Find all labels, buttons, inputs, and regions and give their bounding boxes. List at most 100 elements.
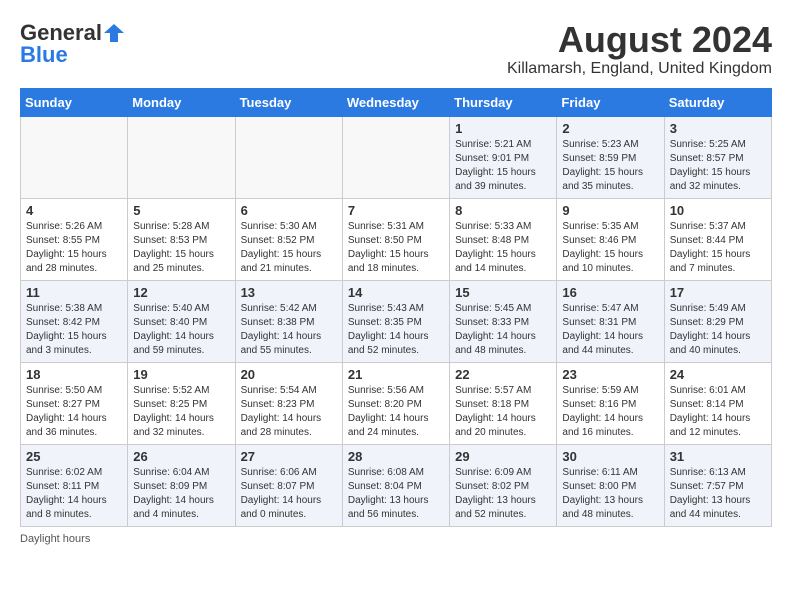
day-info: Sunrise: 6:08 AMSunset: 8:04 PMDaylight:… [348, 466, 444, 522]
calendar-cell: 12 Sunrise: 5:40 AMSunset: 8:40 PMDayligh… [128, 280, 235, 362]
day-number: 20 [241, 367, 337, 382]
day-info: Sunrise: 5:47 AMSunset: 8:31 PMDaylight:… [562, 302, 658, 358]
subtitle: Killamarsh, England, United Kingdom [507, 60, 772, 78]
calendar-cell: 18 Sunrise: 5:50 AMSunset: 8:27 PMDayligh… [21, 362, 128, 444]
day-info: Sunrise: 5:59 AMSunset: 8:16 PMDaylight:… [562, 384, 658, 440]
day-number: 6 [241, 203, 337, 218]
day-info: Sunrise: 5:52 AMSunset: 8:25 PMDaylight:… [133, 384, 229, 440]
day-number: 1 [455, 121, 551, 136]
day-number: 18 [26, 367, 122, 382]
calendar-header-monday: Monday [128, 88, 235, 116]
calendar-cell: 9 Sunrise: 5:35 AMSunset: 8:46 PMDaylight… [557, 198, 664, 280]
calendar-cell [128, 116, 235, 198]
calendar-cell: 10Sunrise: 5:37 AMSunset: 8:44 PMDayligh… [664, 198, 771, 280]
day-info: Sunrise: 6:04 AMSunset: 8:09 PMDaylight:… [133, 466, 229, 522]
day-info: Sunrise: 5:21 AMSunset: 9:01 PMDaylight:… [455, 138, 551, 194]
day-info: Sunrise: 5:37 AMSunset: 8:44 PMDaylight:… [670, 220, 766, 276]
footer-note: Daylight hours [20, 533, 772, 545]
calendar-cell: 30 Sunrise: 6:11 AMSunset: 8:00 PMDayligh… [557, 444, 664, 526]
day-info: Sunrise: 5:33 AMSunset: 8:48 PMDaylight:… [455, 220, 551, 276]
day-number: 28 [348, 449, 444, 464]
day-number: 25 [26, 449, 122, 464]
day-number: 4 [26, 203, 122, 218]
day-info: Sunrise: 5:38 AMSunset: 8:42 PMDaylight:… [26, 302, 122, 358]
day-number: 13 [241, 285, 337, 300]
day-info: Sunrise: 5:40 AMSunset: 8:40 PMDaylight:… [133, 302, 229, 358]
calendar-header-row: SundayMondayTuesdayWednesdayThursdayFrid… [21, 88, 772, 116]
calendar-cell [342, 116, 449, 198]
day-number: 8 [455, 203, 551, 218]
calendar-cell: 21 Sunrise: 5:56 AMSunset: 8:20 PMDayligh… [342, 362, 449, 444]
day-number: 23 [562, 367, 658, 382]
day-info: Sunrise: 5:35 AMSunset: 8:46 PMDaylight:… [562, 220, 658, 276]
day-number: 31 [670, 449, 766, 464]
day-number: 14 [348, 285, 444, 300]
day-number: 27 [241, 449, 337, 464]
day-number: 3 [670, 121, 766, 136]
day-number: 5 [133, 203, 229, 218]
calendar-cell: 28 Sunrise: 6:08 AMSunset: 8:04 PMDayligh… [342, 444, 449, 526]
calendar-cell: 11 Sunrise: 5:38 AMSunset: 8:42 PMDayligh… [21, 280, 128, 362]
day-info: Sunrise: 6:11 AMSunset: 8:00 PMDaylight:… [562, 466, 658, 522]
calendar-week-row: 25 Sunrise: 6:02 AMSunset: 8:11 PMDayligh… [21, 444, 772, 526]
calendar-cell: 27 Sunrise: 6:06 AMSunset: 8:07 PMDayligh… [235, 444, 342, 526]
day-number: 26 [133, 449, 229, 464]
calendar-week-row: 18 Sunrise: 5:50 AMSunset: 8:27 PMDayligh… [21, 362, 772, 444]
day-info: Sunrise: 5:54 AMSunset: 8:23 PMDaylight:… [241, 384, 337, 440]
main-title: August 2024 [507, 20, 772, 60]
calendar-cell: 23 Sunrise: 5:59 AMSunset: 8:16 PMDayligh… [557, 362, 664, 444]
calendar-cell: 1 Sunrise: 5:21 AMSunset: 9:01 PMDaylight… [450, 116, 557, 198]
calendar-week-row: 4 Sunrise: 5:26 AMSunset: 8:55 PMDaylight… [21, 198, 772, 280]
day-info: Sunrise: 6:13 AMSunset: 7:57 PMDaylight:… [670, 466, 766, 522]
day-number: 9 [562, 203, 658, 218]
calendar-cell: 13 Sunrise: 5:42 AMSunset: 8:38 PMDayligh… [235, 280, 342, 362]
title-area: August 2024 Killamarsh, England, United … [507, 20, 772, 78]
calendar-header-thursday: Thursday [450, 88, 557, 116]
day-info: Sunrise: 5:49 AMSunset: 8:29 PMDaylight:… [670, 302, 766, 358]
calendar-cell: 17 Sunrise: 5:49 AMSunset: 8:29 PMDayligh… [664, 280, 771, 362]
calendar-cell: 3 Sunrise: 5:25 AMSunset: 8:57 PMDaylight… [664, 116, 771, 198]
day-info: Sunrise: 5:42 AMSunset: 8:38 PMDaylight:… [241, 302, 337, 358]
day-info: Sunrise: 6:02 AMSunset: 8:11 PMDaylight:… [26, 466, 122, 522]
calendar-cell [21, 116, 128, 198]
day-info: Sunrise: 5:50 AMSunset: 8:27 PMDaylight:… [26, 384, 122, 440]
day-number: 12 [133, 285, 229, 300]
day-info: Sunrise: 5:43 AMSunset: 8:35 PMDaylight:… [348, 302, 444, 358]
day-number: 11 [26, 285, 122, 300]
calendar-header-friday: Friday [557, 88, 664, 116]
day-number: 24 [670, 367, 766, 382]
day-info: Sunrise: 5:23 AMSunset: 8:59 PMDaylight:… [562, 138, 658, 194]
calendar-header-wednesday: Wednesday [342, 88, 449, 116]
calendar-header-tuesday: Tuesday [235, 88, 342, 116]
day-number: 17 [670, 285, 766, 300]
calendar-cell: 20 Sunrise: 5:54 AMSunset: 8:23 PMDayligh… [235, 362, 342, 444]
day-info: Sunrise: 5:26 AMSunset: 8:55 PMDaylight:… [26, 220, 122, 276]
calendar-table: SundayMondayTuesdayWednesdayThursdayFrid… [20, 88, 772, 527]
day-number: 19 [133, 367, 229, 382]
day-info: Sunrise: 5:28 AMSunset: 8:53 PMDaylight:… [133, 220, 229, 276]
day-number: 22 [455, 367, 551, 382]
calendar-cell: 31 Sunrise: 6:13 AMSunset: 7:57 PMDayligh… [664, 444, 771, 526]
calendar-cell: 15Sunrise: 5:45 AMSunset: 8:33 PMDayligh… [450, 280, 557, 362]
day-info: Sunrise: 5:30 AMSunset: 8:52 PMDaylight:… [241, 220, 337, 276]
logo: General Blue [20, 20, 126, 68]
day-info: Sunrise: 5:45 AMSunset: 8:33 PMDaylight:… [455, 302, 551, 358]
day-info: Sunrise: 5:31 AMSunset: 8:50 PMDaylight:… [348, 220, 444, 276]
day-number: 2 [562, 121, 658, 136]
day-info: Sunrise: 5:56 AMSunset: 8:20 PMDaylight:… [348, 384, 444, 440]
day-number: 30 [562, 449, 658, 464]
logo-blue: Blue [20, 42, 68, 68]
calendar-cell [235, 116, 342, 198]
calendar-cell: 2 Sunrise: 5:23 AMSunset: 8:59 PMDaylight… [557, 116, 664, 198]
day-info: Sunrise: 6:01 AMSunset: 8:14 PMDaylight:… [670, 384, 766, 440]
header: General Blue August 2024 Killamarsh, Eng… [20, 20, 772, 78]
day-number: 21 [348, 367, 444, 382]
calendar-week-row: 11 Sunrise: 5:38 AMSunset: 8:42 PMDayligh… [21, 280, 772, 362]
calendar-cell: 22Sunrise: 5:57 AMSunset: 8:18 PMDayligh… [450, 362, 557, 444]
calendar-week-row: 1 Sunrise: 5:21 AMSunset: 9:01 PMDaylight… [21, 116, 772, 198]
day-info: Sunrise: 6:06 AMSunset: 8:07 PMDaylight:… [241, 466, 337, 522]
calendar-cell: 19 Sunrise: 5:52 AMSunset: 8:25 PMDayligh… [128, 362, 235, 444]
day-info: Sunrise: 5:25 AMSunset: 8:57 PMDaylight:… [670, 138, 766, 194]
day-number: 7 [348, 203, 444, 218]
calendar-cell: 26 Sunrise: 6:04 AMSunset: 8:09 PMDayligh… [128, 444, 235, 526]
